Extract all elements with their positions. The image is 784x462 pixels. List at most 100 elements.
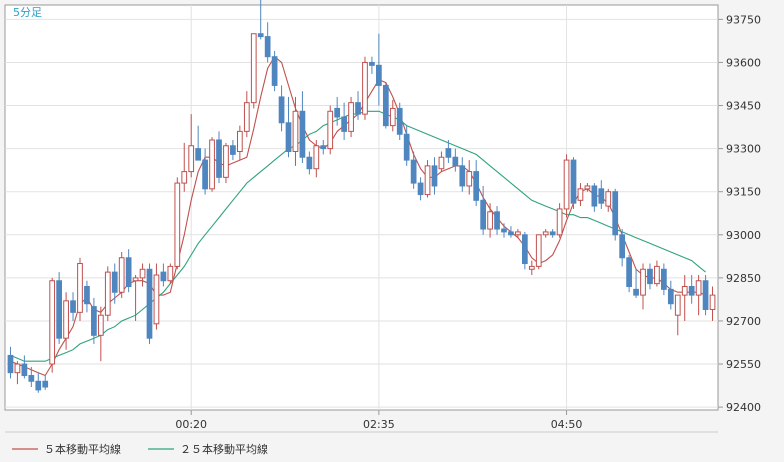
candle-down	[570, 157, 577, 209]
candle-body	[598, 188, 605, 204]
timeframe-label: 5分足	[13, 6, 42, 19]
candle-body	[118, 257, 125, 293]
y-tick-label: 92850	[726, 272, 761, 285]
candle-body	[633, 288, 639, 296]
candle-body	[63, 300, 69, 339]
y-tick-label: 92550	[726, 358, 761, 371]
candle-body	[389, 107, 396, 127]
y-tick-label: 92700	[726, 315, 761, 328]
candle-body	[160, 271, 167, 282]
candle-body	[278, 96, 285, 124]
candle-body	[313, 145, 320, 170]
candlestick-chart: 92400 92550 92700 92850 93000 93150 93300 93450…	[0, 0, 784, 462]
candle-body	[473, 171, 480, 201]
candle-body	[28, 375, 35, 382]
candle-body	[56, 280, 62, 339]
candle-body	[257, 33, 264, 38]
candle-body	[320, 145, 327, 150]
candle-body	[77, 263, 83, 313]
candle-body	[702, 280, 709, 310]
candle-body	[396, 107, 403, 135]
candle-body	[264, 36, 271, 58]
candle-body	[369, 61, 375, 66]
candle-body	[250, 33, 257, 104]
candle-body	[410, 159, 417, 184]
candle-body	[626, 257, 632, 287]
candle-body	[494, 211, 500, 230]
candle-up	[348, 96, 354, 138]
candle-body	[501, 228, 507, 233]
candle-body	[111, 271, 118, 293]
candle-body	[549, 231, 556, 236]
candle-body	[556, 208, 563, 236]
candle-down	[521, 231, 528, 270]
candle-body	[542, 231, 549, 236]
candle-body	[97, 314, 104, 336]
candle-body	[271, 56, 278, 86]
candle-down	[271, 50, 278, 92]
candle-body	[640, 268, 646, 296]
candle-body	[431, 165, 438, 187]
candle-body	[709, 294, 716, 310]
y-tick-label: 93150	[726, 186, 761, 199]
candle-body	[577, 188, 584, 201]
candle-down	[612, 188, 619, 241]
candle-up	[327, 105, 334, 155]
candle-body	[223, 145, 229, 178]
candle-body	[348, 102, 354, 132]
candle-body	[202, 159, 208, 190]
x-tick-label: 00:20	[175, 418, 207, 431]
candle-body	[209, 139, 215, 190]
plot-area	[4, 4, 719, 411]
candle-body	[688, 285, 695, 296]
candle-body	[132, 277, 139, 282]
candle-body	[466, 171, 473, 187]
candle-body	[654, 265, 660, 285]
candle-body	[424, 165, 431, 196]
y-tick-label: 93750	[726, 13, 761, 26]
candle-body	[382, 84, 389, 127]
candle-body	[563, 159, 570, 210]
y-tick-label: 93450	[726, 100, 761, 113]
candle-up	[104, 266, 111, 321]
candle-body	[181, 171, 188, 184]
candle-body	[438, 156, 445, 170]
candle-up	[250, 33, 257, 109]
candle-body	[292, 110, 299, 152]
candle-body	[285, 122, 292, 152]
candle-body	[647, 268, 653, 285]
candle-body	[125, 257, 132, 287]
candle-body	[487, 211, 493, 230]
candle-body	[667, 288, 674, 305]
candle-up	[167, 263, 174, 284]
candle-body	[188, 145, 195, 173]
candle-body	[528, 265, 535, 270]
candle-body	[515, 231, 521, 236]
candle-body	[341, 116, 347, 132]
candle-body	[91, 306, 97, 336]
candle-body	[445, 148, 452, 158]
candle-body	[35, 380, 42, 391]
candle-up	[77, 257, 83, 321]
candle-body	[49, 280, 56, 365]
candle-body	[452, 156, 459, 167]
candle-body	[139, 268, 146, 279]
candle-body	[417, 182, 424, 196]
candle-body	[14, 363, 21, 374]
candle-up	[118, 252, 125, 298]
candle-down	[396, 102, 403, 140]
candle-body	[174, 182, 181, 267]
candle-body	[70, 300, 76, 313]
candle-body	[216, 139, 222, 178]
candle-body	[619, 234, 626, 259]
candle-up	[424, 160, 431, 198]
candle-down	[626, 254, 632, 293]
y-tick-label: 93300	[726, 143, 761, 156]
candle-up	[563, 154, 570, 218]
legend-label-ma5: ５本移動平均線	[44, 442, 121, 456]
candle-body	[674, 294, 681, 316]
candle-body	[42, 380, 49, 388]
legend-label-ma25: ２５本移動平均線	[180, 442, 268, 456]
candle-body	[236, 130, 243, 152]
candle-body	[521, 234, 528, 265]
